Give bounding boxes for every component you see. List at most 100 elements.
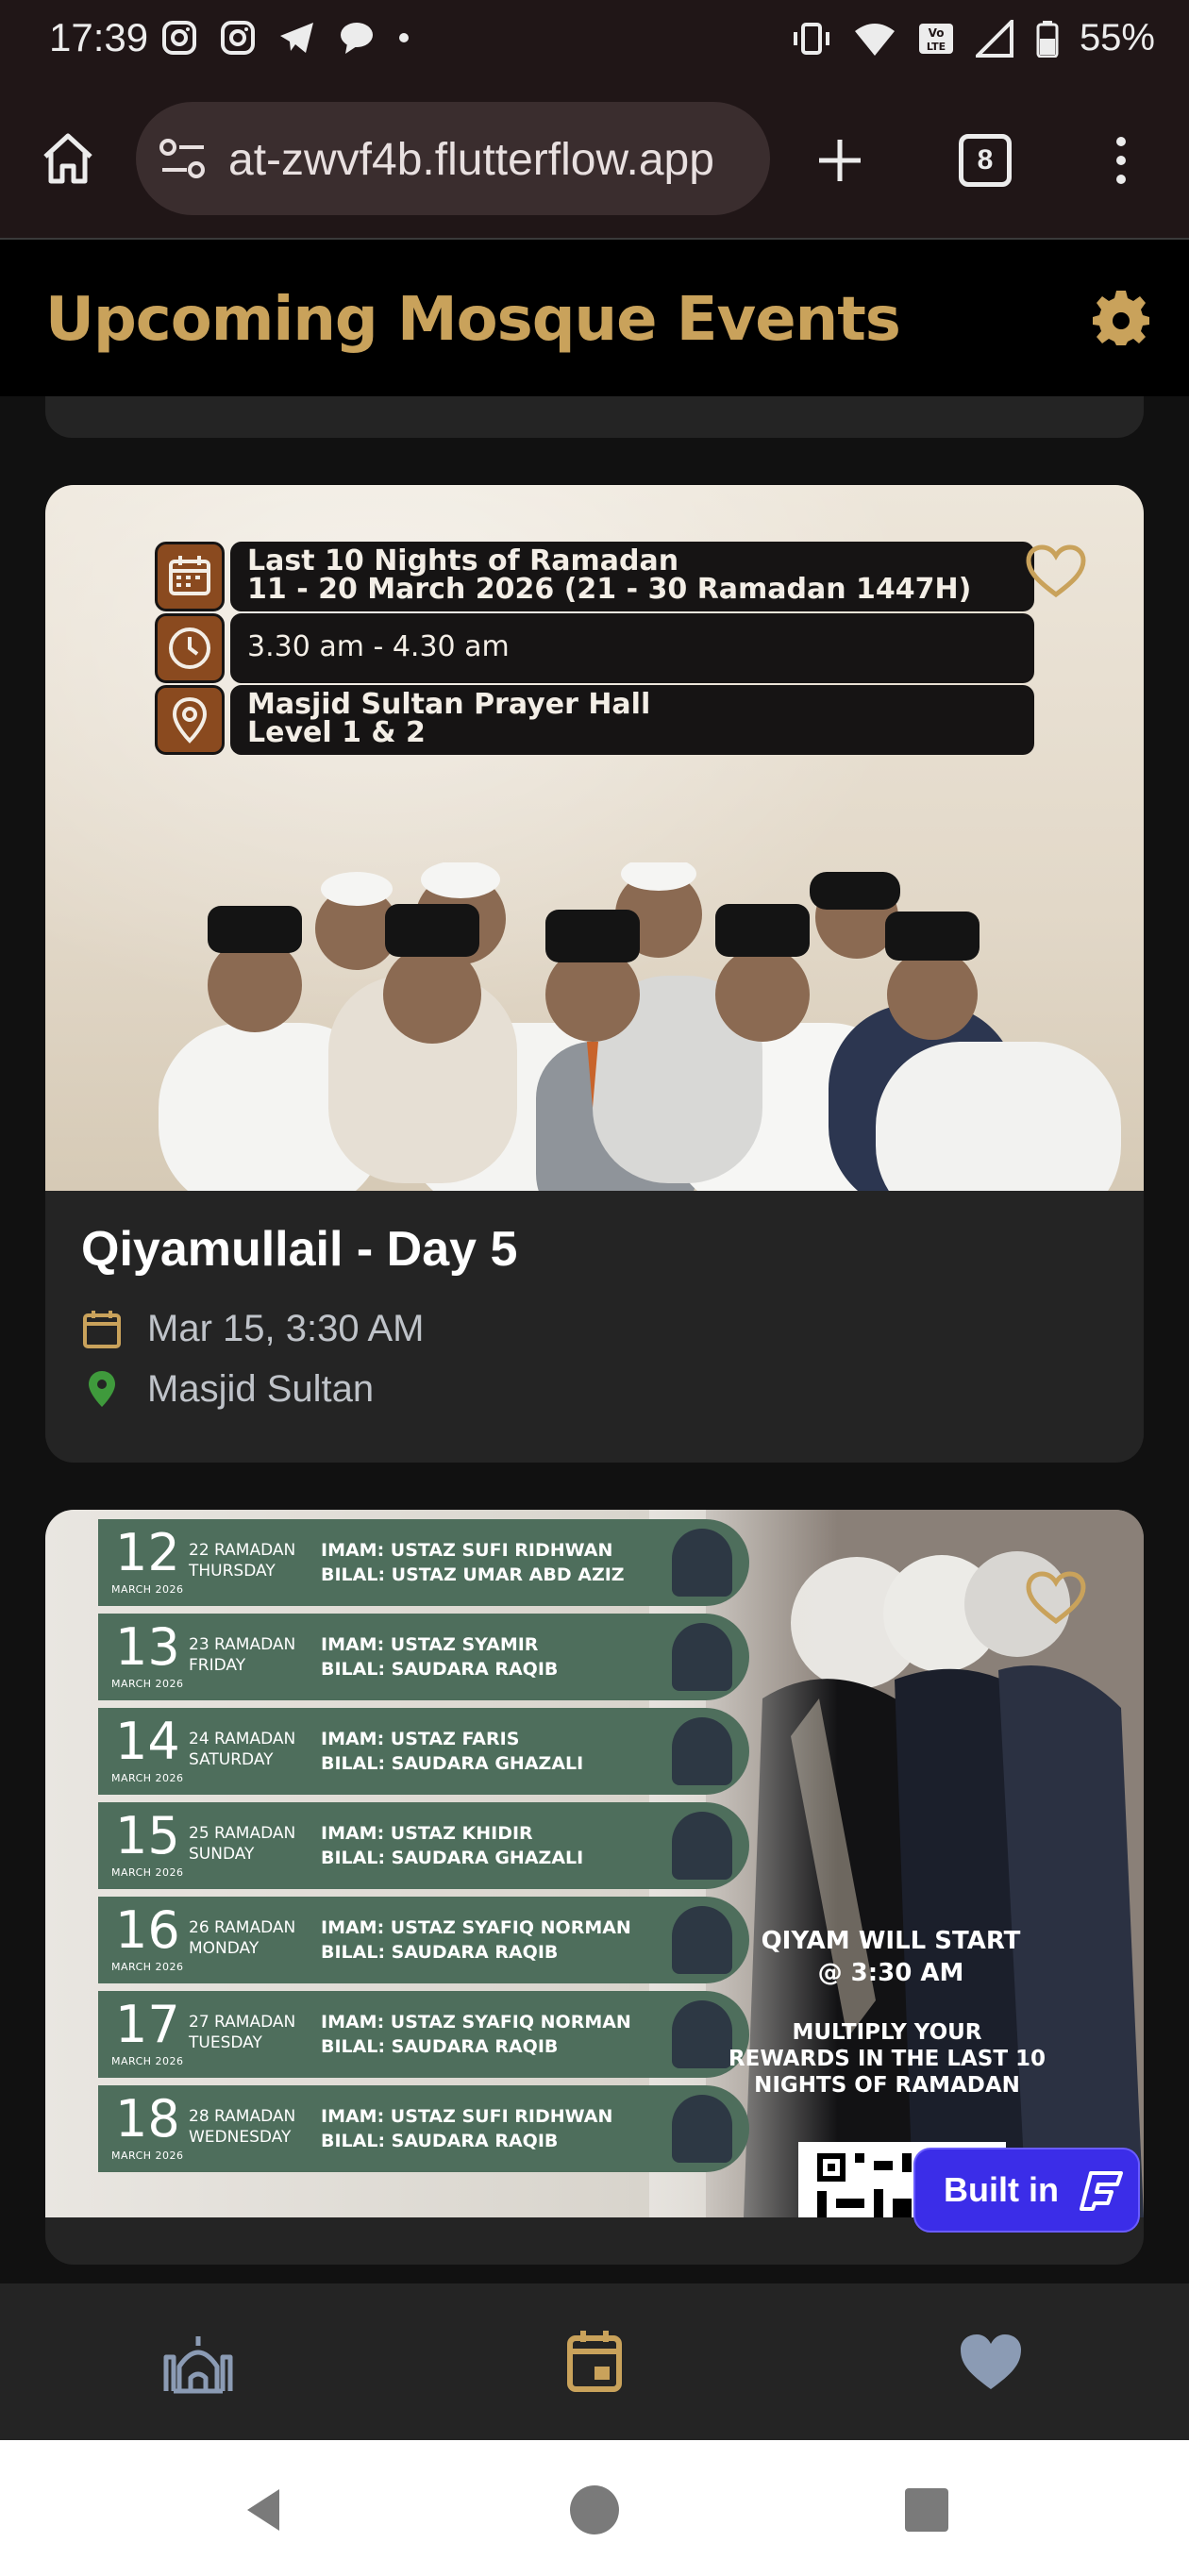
vibrate-icon (793, 22, 829, 55)
event-card-previous[interactable] (45, 396, 1144, 438)
multiply-line2: REWARDS IN THE LAST 10 (728, 2047, 1047, 2071)
heart-outline-icon[interactable] (1025, 1570, 1087, 1627)
poster-line1: Last 10 Nights of Ramadan (247, 544, 679, 577)
flutterflow-logo-icon (1079, 2171, 1123, 2211)
calendar-icon[interactable] (557, 2329, 632, 2395)
schedule-ramadan-day: 23 RAMADAN (189, 1635, 296, 1654)
more-menu-icon[interactable] (1102, 134, 1140, 187)
schedule-day: 13 (115, 1617, 180, 1677)
location-pin-icon (155, 685, 225, 755)
poster-place1: Masjid Sultan Prayer Hall (247, 688, 651, 721)
imam-avatar (672, 1529, 732, 1597)
schedule-ramadan: 22 RAMADAN THURSDAY (189, 1540, 295, 1581)
schedule-imam-bilal: IMAM: USTAZ FARIS BILAL: SAUDARA GHAZALI (321, 1727, 583, 1776)
event-location-row: Masjid Sultan (81, 1368, 374, 1411)
recents-icon[interactable] (902, 2485, 951, 2534)
schedule-ramadan-day: 25 RAMADAN (189, 1824, 296, 1843)
poster-place2: Level 1 & 2 (247, 716, 426, 749)
site-settings-icon[interactable] (159, 136, 208, 181)
schedule-month: MARCH 2026 (111, 1961, 184, 1973)
event-card[interactable]: Last 10 Nights of Ramadan 11 - 20 March … (45, 485, 1144, 1463)
tab-switcher-button[interactable]: 8 (959, 134, 1012, 187)
back-icon[interactable] (238, 2484, 291, 2536)
imam-avatar (672, 1906, 732, 1974)
multiply-line3: NIGHTS OF RAMADAN (754, 2073, 1020, 2098)
schedule-month: MARCH 2026 (111, 1678, 184, 1690)
multiply-line1: MULTIPLY YOUR (792, 2020, 982, 2045)
telegram-icon (280, 23, 313, 53)
calendar-icon (155, 542, 225, 611)
event-list[interactable]: Last 10 Nights of Ramadan 11 - 20 March … (0, 396, 1189, 2283)
schedule-imam-bilal: IMAM: USTAZ KHIDIR BILAL: SAUDARA GHAZALI (321, 1821, 583, 1870)
heart-icon[interactable] (953, 2329, 1029, 2395)
schedule-ramadan: 27 RAMADAN TUESDAY (189, 2012, 295, 2053)
gear-icon[interactable] (1091, 289, 1151, 349)
signal-icon (975, 19, 1013, 58)
schedule-row: 14 MARCH 2026 24 RAMADAN SATURDAY IMAM: USTA… (98, 1708, 749, 1795)
schedule-ramadan: 25 RAMADAN SUNDAY (189, 1823, 295, 1865)
schedule-ramadan: 26 RAMADAN MONDAY (189, 1917, 295, 1959)
built-in-flutterflow-badge[interactable]: Built in (913, 2148, 1140, 2233)
schedule-imam-bilal: IMAM: USTAZ SYAMIR BILAL: SAUDARA RAQIB (321, 1632, 558, 1681)
poster-place-row: Masjid Sultan Prayer Hall Level 1 & 2 (230, 685, 1034, 755)
battery-icon (1036, 20, 1059, 58)
schedule-bilal: BILAL: USTAZ UMAR ABD AZIZ (321, 1564, 625, 1585)
schedule-imam: IMAM: USTAZ SYAFIQ NORMAN (321, 2012, 631, 2032)
tab-count: 8 (977, 144, 994, 176)
schedule-row: 13 MARCH 2026 23 RAMADAN FRIDAY IMAM: USTAZ … (98, 1614, 749, 1700)
schedule-month: MARCH 2026 (111, 1772, 184, 1784)
url-text: at-zwvf4b.flutterflow.app (228, 135, 714, 185)
schedule-month: MARCH 2026 (111, 1583, 184, 1596)
mosque-icon[interactable] (160, 2329, 236, 2395)
schedule-bilal: BILAL: SAUDARA GHAZALI (321, 1848, 584, 1868)
schedule-day: 12 (115, 1523, 180, 1582)
address-bar[interactable]: at-zwvf4b.flutterflow.app (136, 102, 770, 215)
schedule-row: 18 MARCH 2026 28 RAMADAN WEDNESDAY IMAM: UST… (98, 2085, 749, 2172)
schedule-ramadan-day: 22 RAMADAN (189, 1541, 296, 1560)
home-icon[interactable] (566, 2484, 623, 2536)
schedule-weekday: SUNDAY (189, 1845, 255, 1864)
home-icon[interactable] (38, 128, 98, 189)
schedule-imam-bilal: IMAM: USTAZ SUFI RIDHWAN BILAL: USTAZ UMA… (321, 1538, 625, 1587)
svg-text:LTE: LTE (927, 41, 946, 53)
event-poster: 12 MARCH 2026 22 RAMADAN THURSDAY IMAM: USTA… (45, 1510, 1144, 2217)
schedule-row: 15 MARCH 2026 25 RAMADAN SUNDAY IMAM: USTAZ … (98, 1802, 749, 1889)
screen: 17:39 Vo LTE 55% at-zwvf4b.flutterflow.ap… (0, 0, 1189, 2576)
event-title: Qiyamullail - Day 5 (81, 1222, 518, 1277)
schedule-day: 15 (115, 1806, 180, 1865)
schedule-ramadan: 28 RAMADAN WEDNESDAY (189, 2106, 295, 2148)
instagram-icon (221, 21, 255, 55)
volte-icon: VoLTE (918, 23, 953, 54)
heart-outline-icon[interactable] (1025, 544, 1087, 600)
schedule-ramadan-day: 24 RAMADAN (189, 1730, 296, 1748)
event-date-row: Mar 15, 3:30 AM (81, 1308, 424, 1350)
schedule-imam: IMAM: USTAZ SUFI RIDHWAN (321, 2106, 613, 2127)
clock-icon (155, 613, 225, 683)
poster-date-row: Last 10 Nights of Ramadan 11 - 20 March … (230, 542, 1034, 611)
imam-avatar (672, 1812, 732, 1880)
event-poster: Last 10 Nights of Ramadan 11 - 20 March … (45, 485, 1144, 1191)
schedule-ramadan-day: 26 RAMADAN (189, 1918, 296, 1937)
schedule-weekday: SATURDAY (189, 1750, 274, 1769)
system-navigation-bar (0, 2440, 1189, 2576)
schedule-month: MARCH 2026 (111, 2149, 184, 2162)
schedule-month: MARCH 2026 (111, 2055, 184, 2067)
schedule-day: 17 (115, 1995, 180, 2054)
calendar-icon (83, 1310, 121, 1348)
event-location: Masjid Sultan (147, 1368, 375, 1410)
schedule-imam-bilal: IMAM: USTAZ SYAFIQ NORMAN BILAL: SAUDARA … (321, 2010, 631, 2059)
schedule-bilal: BILAL: SAUDARA RAQIB (321, 2036, 559, 2057)
schedule-ramadan-day: 28 RAMADAN (189, 2107, 296, 2126)
new-tab-icon[interactable] (813, 134, 866, 187)
schedule-day: 16 (115, 1900, 180, 1960)
status-time: 17:39 (49, 15, 149, 59)
system-status-icons: Vo LTE 55% (791, 17, 1155, 59)
schedule-weekday: TUESDAY (189, 2033, 262, 2052)
schedule-imam: IMAM: USTAZ KHIDIR (321, 1823, 533, 1844)
qiyam-time: @ 3:30 AM (817, 1959, 964, 1987)
dot-icon (399, 33, 409, 42)
notification-icons (160, 19, 411, 57)
multiply-text: MULTIPLY YOUR REWARDS IN THE LAST 10 NIG… (717, 2019, 1057, 2099)
schedule-imam-bilal: IMAM: USTAZ SUFI RIDHWAN BILAL: SAUDARA R… (321, 2104, 612, 2153)
built-in-label: Built in (944, 2170, 1059, 2209)
